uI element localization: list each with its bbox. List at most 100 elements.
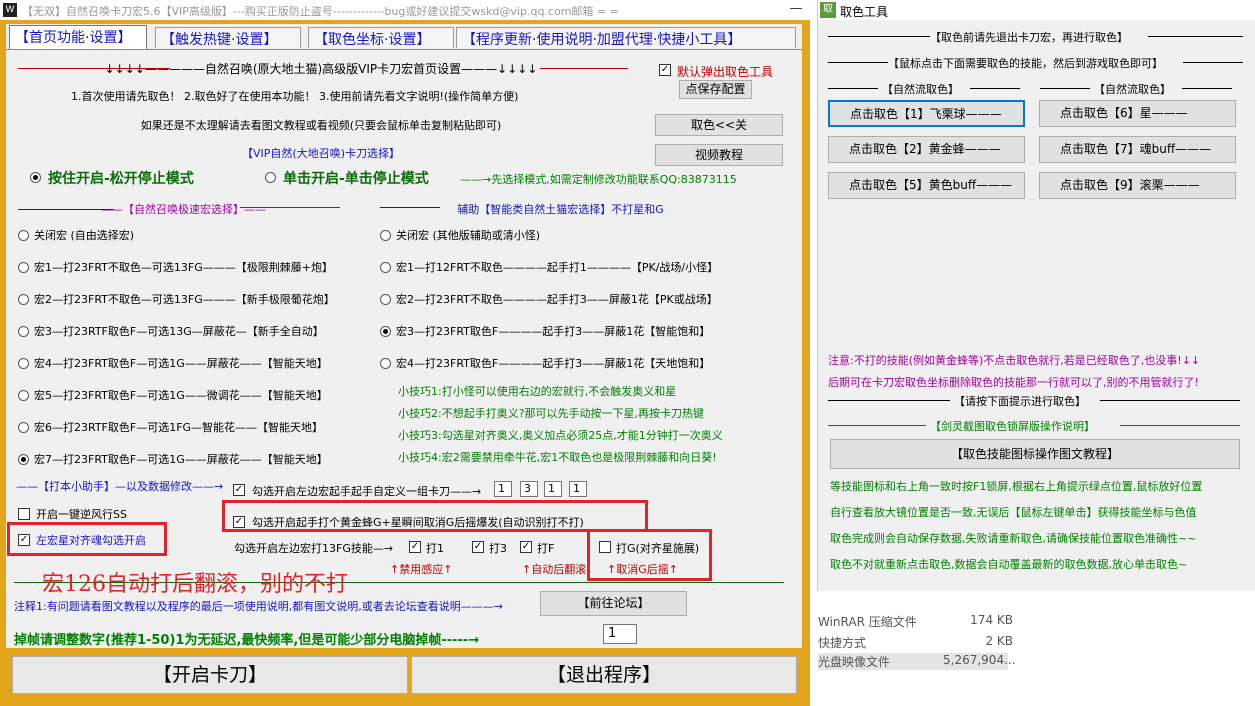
right-macro-header: 辅助【智能类自然土猫宏选择】不打星和G bbox=[457, 203, 664, 216]
vip-select-title: 【VIP自然(大地召唤)卡刀选择】 bbox=[242, 147, 400, 160]
skill-hit3-label: 打3 bbox=[489, 542, 507, 555]
tip-2: 小技巧2:不想起手打奥义?那可以先手动按一下星,再按卡刀热键 bbox=[398, 407, 705, 420]
left-option-radio[interactable] bbox=[18, 454, 29, 465]
skill-hit1-label: 打1 bbox=[426, 542, 444, 555]
instruction-line-4: 取色不对就重新点击取色,数据会自动覆盖最新的取色数据,放心单击取色~ bbox=[830, 558, 1188, 571]
divider bbox=[828, 425, 926, 426]
skill-hit3-checkbox[interactable]: ✓ bbox=[472, 541, 484, 553]
mode-hold-label: 按住开启-松开停止模式 bbox=[48, 171, 194, 187]
tip-1: 小技巧1:打小怪可以使用右边的宏就行,不会触发奥义和星 bbox=[398, 385, 677, 398]
annotation-box-bee bbox=[222, 500, 648, 532]
combo-key-input-1[interactable]: 1 bbox=[494, 481, 512, 497]
divider bbox=[1100, 400, 1240, 401]
tab-color-coords[interactable]: 【取色坐标·设置】 bbox=[308, 27, 454, 48]
pick-color-skill-2-button[interactable]: 点击取色【2】黄金蜂——— bbox=[828, 136, 1025, 163]
instruction-line-1: 等技能图标和右上角一致时按F1锁屏,根据右上角提示绿点位置,鼠标放好位置 bbox=[830, 480, 1203, 493]
skill-hitf-label: 打F bbox=[537, 542, 555, 555]
default-popup-label: 默认弹出取色工具 bbox=[677, 65, 774, 79]
color-tool-note-top: 【取色前请先退出卡刀宏，再进行取色】 bbox=[930, 31, 1128, 44]
left-option-radio[interactable] bbox=[18, 358, 29, 369]
right-option-label: 宏4—打23FRT取色F————起手打3——屏蔽1花【天地饱和】 bbox=[396, 357, 711, 370]
right-header-line bbox=[380, 207, 440, 208]
right-option-label: 关闭宏 (其他版辅助或清小怪) bbox=[396, 229, 541, 242]
right-option-radio[interactable] bbox=[380, 326, 391, 337]
file-row[interactable]: WinRAR 压缩文件 174 KB bbox=[818, 613, 1013, 630]
video-tutorial-button[interactable]: 视频教程 bbox=[655, 144, 783, 166]
pick-color-skill-1-button[interactable]: 点击取色【1】飞栗球——— bbox=[828, 100, 1025, 127]
left-option-radio[interactable] bbox=[18, 390, 29, 401]
frame-drop-label: 掉帧请调整数字(推荐1-50)1为无延迟,最快频率,但是可能少部分电脑掉帧---… bbox=[14, 633, 480, 648]
right-option-radio[interactable] bbox=[380, 262, 391, 273]
default-popup-checkbox[interactable]: ✓ bbox=[659, 64, 671, 76]
tab-home-settings[interactable]: 【首页功能·设置】 bbox=[9, 25, 147, 49]
divider bbox=[828, 88, 878, 89]
pick-color-skill-6-button[interactable]: 点击取色【6】星——— bbox=[1039, 100, 1236, 127]
file-size: 2 KB bbox=[985, 634, 1013, 648]
pick-color-skill-5-button[interactable]: 点击取色【5】黄色buff——— bbox=[828, 172, 1025, 199]
file-row[interactable]: 快捷方式 2 KB bbox=[818, 634, 1013, 651]
instruction-line-3: 取色完成则会自动保存数据,失败请重新取色,请确保技能位置取色准确性~~ bbox=[830, 532, 1197, 545]
divider bbox=[1040, 88, 1090, 89]
exit-program-button[interactable]: 【退出程序】 bbox=[411, 656, 797, 694]
divider bbox=[1148, 36, 1243, 37]
custom-combo-label: 勾选开启左边宏起手起手自定义一组卡刀——→ bbox=[252, 485, 482, 498]
pick-color-skill-9-button[interactable]: 点击取色【9】滚栗——— bbox=[1039, 172, 1236, 199]
minimize-button[interactable]: — bbox=[786, 2, 806, 18]
color-tool-icon: 取 bbox=[820, 2, 836, 18]
left-option-label: 宏2—打23FRT不取色—可选13FG———【新手极限葡花炮】 bbox=[34, 293, 335, 306]
color-tutorial-button[interactable]: 【取色技能图标操作图文教程】 bbox=[830, 439, 1240, 469]
combo-key-input-4[interactable]: 1 bbox=[569, 481, 587, 497]
tab-hotkey-settings[interactable]: 【触发热键·设置】 bbox=[155, 27, 301, 48]
main-titlebar: W 【无双】自然召唤卡刀宏5.6【VIP高级版】---购买正版防止盗号-----… bbox=[0, 0, 810, 20]
group-left-title: 【自然流取色】 bbox=[882, 83, 959, 96]
warning-line-1: 注意:不打的技能(例如黄金蜂等)不点击取色就行,若是已经取色了,也没事!↓↓ bbox=[828, 354, 1201, 367]
tab-updates-help[interactable]: 【程序更新·使用说明·加盟代理·快捷小工具】 bbox=[456, 27, 796, 48]
file-row[interactable]: 光盘映像文件 5,267,904... bbox=[818, 653, 1016, 670]
start-macro-button[interactable]: 【开启卡刀】 bbox=[12, 656, 408, 694]
dodge-label: 开启一键逆风行SS bbox=[36, 508, 127, 521]
app-icon: W bbox=[3, 3, 17, 17]
left-option-radio[interactable] bbox=[18, 422, 29, 433]
frame-drop-input[interactable]: 1 bbox=[603, 624, 637, 644]
right-option-label: 宏1—打12FRT不取色————起手打1————【PK/战场/小怪】 bbox=[396, 261, 719, 274]
divider bbox=[1120, 425, 1240, 426]
steps-text: 1.首次使用请先取色！ 2.取色好了在使用本功能！ 3.使用前请先看文字说明!(… bbox=[71, 90, 519, 103]
pick-color-skill-7-button[interactable]: 点击取色【7】魂buff——— bbox=[1039, 136, 1236, 163]
forum-button[interactable]: 【前往论坛】 bbox=[540, 591, 687, 616]
color-tool-titlebar: 取 取色工具 bbox=[818, 0, 1255, 20]
combo-key-input-3[interactable]: 1 bbox=[544, 481, 562, 497]
left-option-radio[interactable] bbox=[18, 294, 29, 305]
left-option-radio[interactable] bbox=[18, 262, 29, 273]
group-right-title: 【自然流取色】 bbox=[1094, 83, 1171, 96]
pick-color-toggle-button[interactable]: 取色<<关 bbox=[655, 114, 783, 136]
disable-sense-note: ↑禁用感应↑ bbox=[390, 563, 453, 576]
mode-hold-radio[interactable] bbox=[30, 172, 41, 183]
file-type: 光盘映像文件 bbox=[818, 655, 891, 669]
combo-key-input-2[interactable]: 3 bbox=[520, 481, 538, 497]
file-size: 5,267,904... bbox=[943, 653, 1016, 667]
window-title: 【无双】自然召唤卡刀宏5.6【VIP高级版】---购买正版防止盗号-------… bbox=[22, 5, 619, 18]
file-explorer-fragment: WinRAR 压缩文件 174 KB 快捷方式 2 KB 光盘映像文件 5,26… bbox=[810, 591, 1255, 706]
instruction-line-2: 自行查看放大镜位置是否一致,无误后【鼠标左键单击】获得技能坐标与色值 bbox=[830, 506, 1197, 519]
left-option-label: 宏5—打23FRT取色F—可选1G——微调花——【智能天地】 bbox=[34, 389, 328, 402]
left-option-label: 宏3—打23RTF取色F—可选13G—屏蔽花—【新手全自动】 bbox=[34, 325, 324, 338]
left-option-radio[interactable] bbox=[18, 230, 29, 241]
main-window: W 【无双】自然召唤卡刀宏5.6【VIP高级版】---购买正版防止盗号-----… bbox=[0, 0, 810, 706]
left-option-radio[interactable] bbox=[18, 326, 29, 337]
right-option-radio[interactable] bbox=[380, 358, 391, 369]
file-type: 快捷方式 bbox=[818, 636, 867, 650]
custom-combo-checkbox[interactable]: ✓ bbox=[233, 484, 245, 496]
left-option-label: 宏7—打23FRT取色F—可选1G——屏蔽花——【智能天地】 bbox=[34, 453, 328, 466]
dodge-checkbox[interactable] bbox=[18, 508, 30, 520]
right-option-radio[interactable] bbox=[380, 294, 391, 305]
skill-hit1-checkbox[interactable]: ✓ bbox=[409, 541, 421, 553]
save-config-button[interactable]: 点保存配置 bbox=[679, 80, 752, 99]
helper-label: ——【打本小助手】—以及数据修改——→ bbox=[16, 480, 224, 493]
divider bbox=[828, 62, 888, 63]
mode-click-radio[interactable] bbox=[265, 172, 276, 183]
right-option-radio[interactable] bbox=[380, 230, 391, 241]
warning-line-2: 后期可在卡刀宏取色坐标删除取色的技能那一行就可以了,别的不用管就行了! bbox=[828, 376, 1199, 389]
divider bbox=[1183, 62, 1243, 63]
mode-click-label: 单击开启-单击停止模式 bbox=[283, 171, 429, 187]
skill-hitf-checkbox[interactable]: ✓ bbox=[520, 541, 532, 553]
